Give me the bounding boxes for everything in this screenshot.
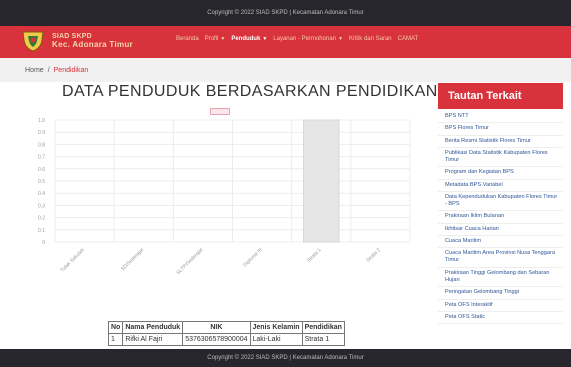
footer-copyright-text: Copyright © 2022 SIAD SKPD | Kecamatan A… <box>207 355 364 361</box>
sidebar-link-prakiraan-gelombang[interactable]: Prakiraan Tinggi Gelombang dan Sebaran H… <box>438 268 563 288</box>
menu-item-label: Kritik dan Saran <box>348 36 392 42</box>
menu-item-layanan[interactable]: Layanan - Permohonan ▼ <box>273 36 343 42</box>
caret-down-icon: ▼ <box>220 36 226 42</box>
sidebar-link-cuaca-maritim[interactable]: Cuaca Maritim <box>438 236 563 249</box>
table-cell-no: 1 <box>107 333 124 346</box>
y-tick-label: 0.1 <box>38 228 45 234</box>
y-tick-label: 0.5 <box>38 179 45 185</box>
menu-item-label: CAMAT <box>397 36 419 42</box>
col-header-jenis-kelamin: Jenis Kelamin <box>249 321 303 334</box>
top-copyright-text: Copyright © 2022 SIAD SKPD | Kecamatan A… <box>207 10 364 16</box>
x-tick-label: Diploma III <box>242 247 263 268</box>
col-header-nik: NIK <box>182 321 251 334</box>
menu-item-label: Layanan - Permohonan <box>273 36 336 42</box>
sidebar-link-peta-ofs-static[interactable]: Peta OFS Static <box>438 312 563 325</box>
main-menu: Beranda Profil ▼ Penduduk ▼ Layanan - Pe… <box>176 36 418 42</box>
table-row: 1 Rifki Al Fajri 5376306578900004 Laki-L… <box>107 333 345 346</box>
sidebar-link-peringatan-gelombang[interactable]: Peringatan Gelombang Tinggi <box>438 287 563 300</box>
page-title: DATA PENDUDUK BERDASARKAN PENDIDIKAN <box>62 83 438 100</box>
x-tick-label: Tidak Sekolah <box>59 247 86 274</box>
bar-strata-1 <box>303 119 340 243</box>
breadcrumb-separator: / <box>47 66 50 74</box>
sidebar-link-prakiraan-iklim[interactable]: Prakiraan Iklim Bulanan <box>438 211 563 224</box>
menu-item-camat[interactable]: CAMAT <box>398 36 419 42</box>
population-table: No Nama Penduduk NIK Jenis Kelamin Pendi… <box>107 321 345 346</box>
education-bar-chart: 0 0.1 0.2 0.3 0.4 0.5 0.6 0.7 0.8 0.9 1.0 Tidak Sek… <box>0 112 420 317</box>
col-header-pendidikan: Pendidikan <box>301 321 345 334</box>
x-tick-label: Strata 2 <box>365 247 382 264</box>
sidebar-link-cuaca-maritim-ntt[interactable]: Cuaca Maritim Area Provinsi Nusa Tenggar… <box>438 248 563 268</box>
y-tick-label: 1.0 <box>38 118 45 124</box>
main-navbar: SIAD SKPD Kec. Adonara Timur Beranda Pro… <box>0 26 571 58</box>
menu-item-label: Beranda <box>176 36 199 42</box>
caret-down-icon: ▼ <box>338 36 343 42</box>
chart-svg: 0 0.1 0.2 0.3 0.4 0.5 0.6 0.7 0.8 0.9 1.0 Tidak Sek… <box>38 118 411 276</box>
sidebar-link-peta-ofs-interaktif[interactable]: Peta OFS Interaktif <box>438 300 563 312</box>
y-tick-label: 0 <box>42 240 45 246</box>
y-tick-label: 0.8 <box>38 142 45 148</box>
regency-emblem-icon[interactable] <box>20 30 46 52</box>
table-cell-jenis-kelamin: Laki-Laki <box>249 333 303 346</box>
y-tick-label: 0.4 <box>38 191 45 197</box>
x-tick-label: SLTP/Sederajat <box>175 247 204 276</box>
y-tick-label: 0.2 <box>38 216 45 222</box>
sidebar-link-program-kegiatan[interactable]: Program dan Kegiatan BPS <box>438 167 563 180</box>
sidebar-title: Tautan Terkait <box>438 83 563 109</box>
menu-item-label: Profil <box>204 36 219 42</box>
table-cell-nama: Rifki Al Fajri <box>122 333 184 346</box>
sidebar-link-list: BPS NTT BPS Flores Timur Berita Resmi St… <box>438 109 563 325</box>
brand-line-1: SIAD SKPD <box>52 33 92 40</box>
sidebar-link-bps-flores-timur[interactable]: BPS Flores Timur <box>438 123 563 136</box>
page: Copyright © 2022 SIAD SKPD | Kecamatan A… <box>0 0 571 367</box>
brand-name[interactable]: SIAD SKPD Kec. Adonara Timur <box>52 33 133 49</box>
col-header-nama: Nama Penduduk <box>122 321 184 334</box>
sidebar-link-bps-ntt[interactable]: BPS NTT <box>438 111 563 124</box>
caret-down-icon: ▼ <box>262 36 268 42</box>
sidebar-link-publikasi-data[interactable]: Publikasi Data Statistik Kabupaten Flore… <box>438 148 563 168</box>
breadcrumb-current: Pendidikan <box>53 66 89 74</box>
col-header-no: No <box>107 321 124 334</box>
table-cell-pendidikan: Strata 1 <box>301 333 345 346</box>
sidebar-link-ikhtisar-cuaca[interactable]: Ikhtisar Cuaca Harian <box>438 224 563 236</box>
x-tick-label: SD/Sederajat <box>120 247 146 273</box>
menu-item-profil[interactable]: Profil ▼ <box>205 36 226 42</box>
table-header-row: No Nama Penduduk NIK Jenis Kelamin Pendi… <box>107 321 345 334</box>
sidebar-link-data-kependudukan[interactable]: Data Kependudukan Kabupaten Flores Timur… <box>438 192 563 212</box>
menu-item-beranda[interactable]: Beranda <box>176 36 199 42</box>
y-tick-label: 0.7 <box>38 155 45 161</box>
brand-line-2: Kec. Adonara Timur <box>52 40 133 49</box>
footer-bar: Copyright © 2022 SIAD SKPD | Kecamatan A… <box>0 349 571 367</box>
breadcrumb: Home / Pendidikan <box>0 58 571 82</box>
y-tick-label: 0.6 <box>38 167 45 173</box>
y-tick-label: 0.9 <box>38 130 45 136</box>
menu-item-penduduk[interactable]: Penduduk ▼ <box>231 36 267 42</box>
breadcrumb-home[interactable]: Home <box>25 67 44 74</box>
y-tick-label: 0.3 <box>38 203 45 209</box>
table-cell-nik: 5376306578900004 <box>182 333 251 346</box>
menu-item-label: Penduduk <box>231 36 261 42</box>
sidebar-link-metadata[interactable]: Metadata BPS Variabel <box>438 180 563 192</box>
top-copyright-bar: Copyright © 2022 SIAD SKPD | Kecamatan A… <box>0 0 571 26</box>
sidebar-link-berita-resmi[interactable]: Berita Resmi Statistik Flores Timur <box>438 136 563 148</box>
x-tick-label: Strata 1 <box>306 247 323 264</box>
menu-item-kritik-saran[interactable]: Kritik dan Saran <box>349 36 392 42</box>
related-links-sidebar: Tautan Terkait BPS NTT BPS Flores Timur … <box>438 83 563 349</box>
